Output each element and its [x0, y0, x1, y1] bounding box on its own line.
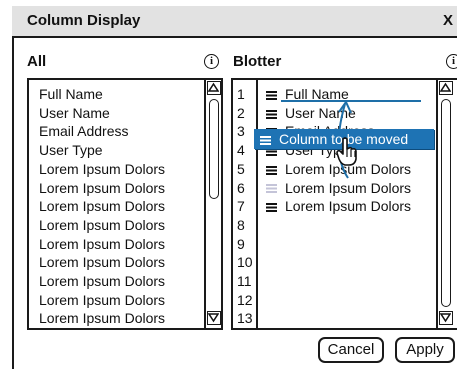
cancel-button[interactable]: Cancel: [318, 337, 384, 363]
drag-handle-icon: [260, 135, 271, 145]
move-arrow-icon: [337, 99, 352, 179]
apply-button[interactable]: Apply: [395, 337, 455, 363]
hand-cursor-icon: [336, 137, 357, 166]
